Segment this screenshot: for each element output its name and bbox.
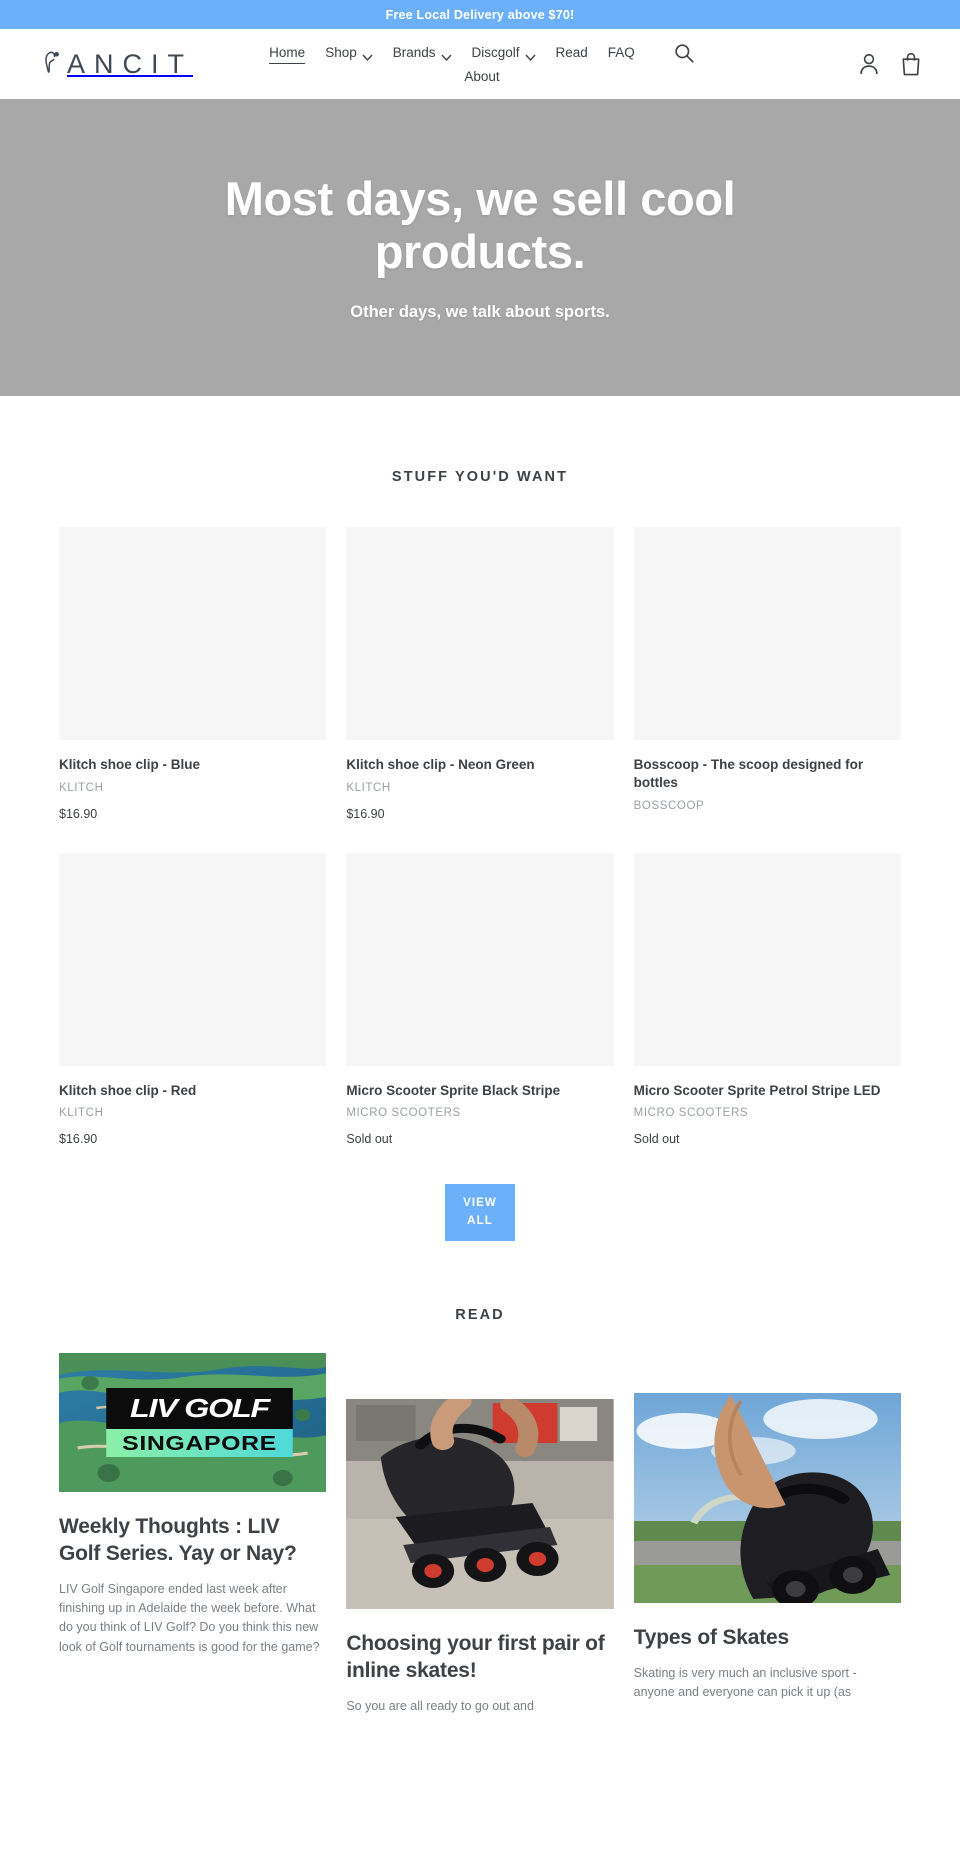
chevron-down-icon [524,49,536,62]
product-image-placeholder [633,527,901,740]
product-card[interactable]: Bosscoop - The scoop designed for bottle… [633,527,901,825]
nav-item-read[interactable]: Read [556,42,588,63]
product-title: Klitch shoe clip - Blue [59,757,201,772]
logo-text: ANCIT [67,48,193,79]
article-excerpt: LIV Golf Singapore ended last week after… [59,1581,320,1654]
site-header: ANCIT Home Shop Brands Discgolf Read FAQ… [0,29,960,99]
svg-text:LIV GOLF: LIV GOLF [130,1394,272,1423]
nav-item-home[interactable]: Home [269,42,306,64]
article-grid: LIV GOLF SINGAPORE Weekly Thoughts : LIV… [0,1352,960,1716]
announcement-text: Free Local Delivery above $70! [385,7,575,22]
primary-nav: Home Shop Brands Discgolf Read FAQ About [257,42,707,87]
read-section: READ LIV GOLF SINGAPORE Weekly Thoughts … [0,1241,960,1716]
product-card[interactable]: Klitch shoe clip - Neon Green KLITCH $16… [346,527,614,825]
nav-label: Shop [325,45,357,60]
hero-subtitle: Other days, we talk about sports. [350,302,610,321]
site-logo[interactable]: ANCIT [42,49,247,79]
product-vendor: KLITCH [59,1107,104,1120]
article-image-liv-golf: LIV GOLF SINGAPORE [59,1352,327,1492]
view-all-button[interactable]: VIEW ALL [445,1184,515,1241]
product-vendor: KLITCH [59,781,104,794]
article-image-inline-skates [346,1398,614,1609]
product-card[interactable]: Klitch shoe clip - Blue KLITCH $16.90 [59,527,327,825]
article-excerpt: So you are all ready to go out and [346,1698,534,1713]
article-card[interactable]: Types of Skates Skating is very much an … [633,1392,901,1703]
article-image-types-of-skates [633,1392,901,1603]
product-status: Sold out [633,1132,680,1147]
account-person-icon[interactable] [858,52,880,76]
article-card[interactable]: Choosing your first pair of inline skate… [346,1398,614,1716]
products-section-title: STUFF YOU'D WANT [391,469,569,485]
announcement-bar: Free Local Delivery above $70! [0,0,960,29]
nav-label: Read [555,45,588,60]
product-image-placeholder [346,852,614,1066]
nav-item-faq[interactable]: FAQ [608,42,635,63]
ancit-leaf-mark-icon [42,49,64,79]
search-icon[interactable] [673,42,695,64]
product-card[interactable]: Micro Scooter Sprite Black Stripe MICRO … [346,852,614,1147]
products-section: STUFF YOU'D WANT Klitch shoe clip - Blue… [0,396,960,1241]
nav-item-discgolf[interactable]: Discgolf [472,42,536,63]
nav-label: FAQ [607,45,635,60]
product-title: Micro Scooter Sprite Petrol Stripe LED [633,1082,881,1098]
article-title: Types of Skates [633,1625,790,1649]
product-title: Bosscoop - The scoop designed for bottle… [633,757,864,790]
product-title: Klitch shoe clip - Neon Green [346,757,535,772]
product-vendor: KLITCH [346,781,391,794]
hero-title: Most days, we sell cool products. [224,172,736,278]
article-excerpt: Skating is very much an inclusive sport … [633,1665,857,1700]
hero-banner: Most days, we sell cool products. Other … [0,99,960,396]
product-image-placeholder [346,527,614,740]
article-title: Weekly Thoughts : LIV Golf Series. Yay o… [59,1514,297,1565]
product-price: $16.90 [346,806,385,821]
shopping-bag-icon[interactable] [900,52,922,76]
header-actions [858,52,922,76]
product-price: $16.90 [59,806,98,821]
nav-label: Brands [392,45,436,60]
product-grid: Klitch shoe clip - Blue KLITCH $16.90 Kl… [0,527,960,1146]
product-card[interactable]: Klitch shoe clip - Red KLITCH $16.90 [59,852,327,1147]
read-section-title: READ [455,1306,505,1323]
product-vendor: MICRO SCOOTERS [633,1107,749,1120]
product-image-placeholder [633,852,901,1066]
nav-label: Home [269,44,306,60]
nav-item-shop[interactable]: Shop [325,42,373,63]
nav-item-about[interactable]: About [257,66,707,87]
product-title: Micro Scooter Sprite Black Stripe [346,1082,561,1098]
product-image-placeholder [59,527,327,740]
nav-item-brands[interactable]: Brands [393,42,452,63]
product-card[interactable]: Micro Scooter Sprite Petrol Stripe LED M… [633,852,901,1147]
product-price: $16.90 [59,1132,98,1147]
nav-label: Discgolf [471,45,520,60]
article-title: Choosing your first pair of inline skate… [346,1631,605,1682]
view-all-wrapper: VIEW ALL [0,1184,960,1241]
svg-text:SINGAPORE: SINGAPORE [122,1432,277,1454]
chevron-down-icon [362,49,373,62]
chevron-down-icon [440,49,452,62]
nav-label: About [464,68,500,84]
product-vendor: MICRO SCOOTERS [346,1107,461,1120]
product-status: Sold out [346,1132,393,1147]
product-title: Klitch shoe clip - Red [59,1082,197,1098]
article-card[interactable]: LIV GOLF SINGAPORE Weekly Thoughts : LIV… [59,1352,327,1657]
product-image-placeholder [59,852,327,1066]
product-vendor: BOSSCOOP [633,799,705,812]
